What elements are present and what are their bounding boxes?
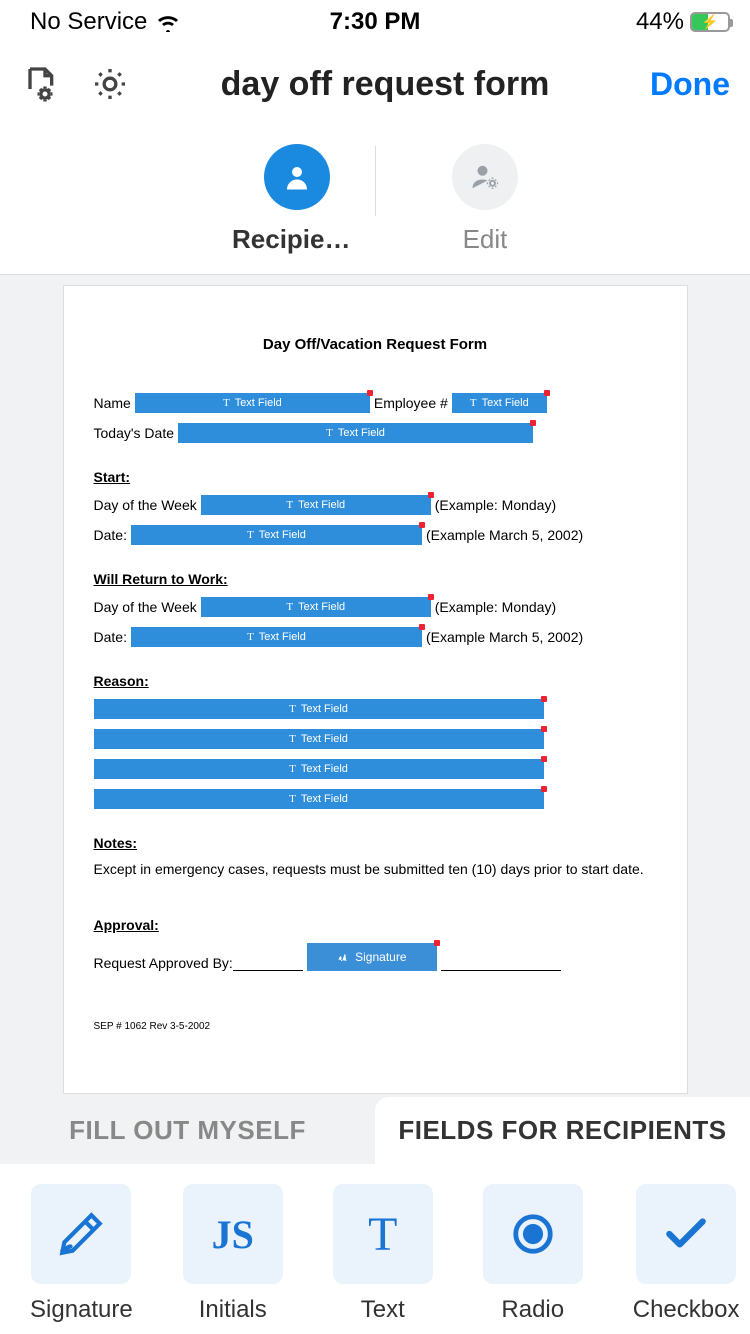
section-notes: Notes: (94, 835, 657, 851)
radio-icon (483, 1184, 583, 1284)
palette-signature-label: Signature (30, 1296, 133, 1324)
palette-text-label: Text (361, 1296, 405, 1324)
battery-icon: ⚡ (690, 12, 730, 32)
notes-text: Except in emergency cases, requests must… (94, 861, 657, 877)
person-gear-icon (452, 144, 518, 210)
document-settings-icon[interactable] (20, 64, 60, 104)
field-start-date[interactable]: TText Field (131, 525, 422, 545)
label-example-monday-2: (Example: Monday) (435, 599, 556, 615)
signature-icon (31, 1184, 131, 1284)
separator (375, 146, 376, 216)
text-icon: T (333, 1184, 433, 1284)
mode-edit[interactable]: Edit (452, 144, 518, 255)
field-signature[interactable]: Signature (307, 943, 437, 971)
label-start-date: Date: (94, 527, 127, 543)
label-example-date-1: (Example March 5, 2002) (426, 527, 583, 543)
section-return: Will Return to Work: (94, 571, 657, 587)
palette-initials-label: Initials (199, 1296, 267, 1324)
document-preview[interactable]: Day Off/Vacation Request Form Name TText… (0, 274, 750, 1094)
gear-icon[interactable] (90, 64, 130, 104)
palette-signature[interactable]: Signature (30, 1184, 133, 1324)
section-start: Start: (94, 469, 657, 485)
field-palette: Signature JS Initials T Text Radio Check… (0, 1164, 750, 1334)
person-icon (264, 144, 330, 210)
label-example-date-2: (Example March 5, 2002) (426, 629, 583, 645)
section-reason: Reason: (94, 673, 657, 689)
document-page: Day Off/Vacation Request Form Name TText… (63, 285, 688, 1094)
field-employee-no[interactable]: TText Field (452, 393, 547, 413)
field-reason-1[interactable]: TText Field (94, 699, 544, 719)
mode-tabs: Recipien... Edit (0, 124, 750, 274)
battery-percent: 44% (636, 8, 684, 36)
label-todays-date: Today's Date (94, 425, 175, 441)
palette-radio-label: Radio (501, 1296, 564, 1324)
mode-recipient-label: Recipien... (232, 224, 362, 255)
palette-radio[interactable]: Radio (483, 1184, 583, 1324)
field-name[interactable]: TText Field (135, 393, 370, 413)
field-start-dow[interactable]: TText Field (201, 495, 431, 515)
service-status: No Service (30, 8, 147, 36)
palette-initials[interactable]: JS Initials (183, 1184, 283, 1324)
label-approved-by: Request Approved By: (94, 955, 233, 971)
checkbox-icon (636, 1184, 736, 1284)
clock: 7:30 PM (330, 8, 421, 36)
label-return-date: Date: (94, 629, 127, 645)
label-return-dow: Day of the Week (94, 599, 197, 615)
label-name: Name (94, 395, 131, 411)
section-approval: Approval: (94, 917, 657, 933)
field-reason-4[interactable]: TText Field (94, 789, 544, 809)
status-bar: No Service 7:30 PM 44% ⚡ (0, 0, 750, 44)
initials-icon: JS (183, 1184, 283, 1284)
fill-mode-tabs: FILL OUT MYSELF FIELDS FOR RECIPIENTS (0, 1094, 750, 1164)
label-start-dow: Day of the Week (94, 497, 197, 513)
wifi-icon (155, 12, 181, 32)
mode-edit-label: Edit (463, 224, 508, 255)
doc-footer: SEP # 1062 Rev 3-5-2002 (94, 1021, 657, 1032)
tab-fill-myself[interactable]: FILL OUT MYSELF (0, 1097, 375, 1164)
palette-checkbox-label: Checkbox (633, 1296, 740, 1324)
palette-checkbox[interactable]: Checkbox (633, 1184, 740, 1324)
mode-recipient[interactable]: Recipien... (232, 144, 362, 255)
done-button[interactable]: Done (650, 66, 730, 103)
field-return-dow[interactable]: TText Field (201, 597, 431, 617)
label-example-monday-1: (Example: Monday) (435, 497, 556, 513)
label-employee-no: Employee # (374, 395, 448, 411)
field-return-date[interactable]: TText Field (131, 627, 422, 647)
field-todays-date[interactable]: TText Field (178, 423, 533, 443)
field-reason-2[interactable]: TText Field (94, 729, 544, 749)
tab-fields-recipients[interactable]: FIELDS FOR RECIPIENTS (375, 1097, 750, 1164)
doc-title: Day Off/Vacation Request Form (94, 336, 657, 353)
palette-text[interactable]: T Text (333, 1184, 433, 1324)
page-title: day off request form (150, 65, 620, 104)
nav-bar: day off request form Done (0, 44, 750, 124)
field-reason-3[interactable]: TText Field (94, 759, 544, 779)
